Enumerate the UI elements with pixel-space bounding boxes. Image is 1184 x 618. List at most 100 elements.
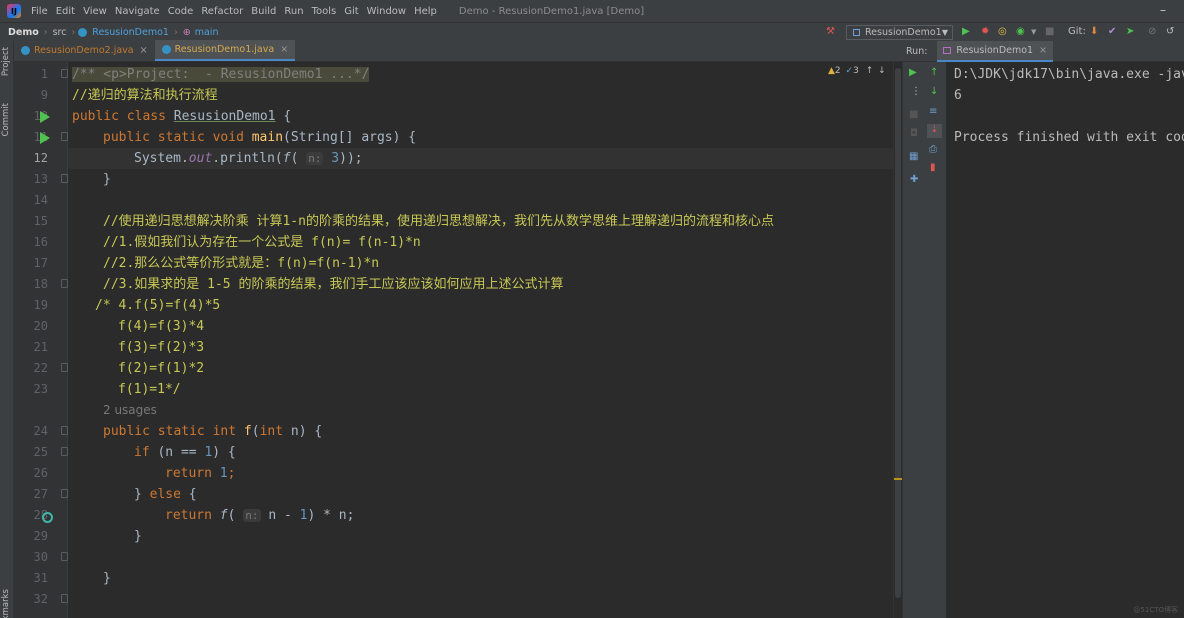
bookmarks-tool-tab[interactable]: Bookmarks xyxy=(1,589,11,618)
run-configuration-select[interactable]: ResusionDemo1 ▼ xyxy=(846,25,953,40)
number: 1 xyxy=(219,466,228,481)
keyword: static xyxy=(157,424,205,439)
line-number: 9 xyxy=(40,88,48,102)
keyword: int xyxy=(212,424,237,439)
fold-marker-icon[interactable] xyxy=(61,447,68,456)
fold-marker-icon[interactable] xyxy=(61,69,68,78)
close-icon[interactable]: × xyxy=(140,45,148,56)
run-icon[interactable]: ▶ xyxy=(962,26,970,37)
menu-view[interactable]: View xyxy=(79,6,111,17)
recursive-call-icon[interactable] xyxy=(42,512,53,523)
up-arrow-icon[interactable]: ↑ xyxy=(930,67,938,79)
menu-build[interactable]: Build xyxy=(247,6,280,17)
run-tab[interactable]: ResusionDemo1 × xyxy=(937,40,1054,62)
usages-label[interactable]: 2 usages xyxy=(103,403,157,417)
git-push-icon[interactable]: ➤ xyxy=(1126,26,1134,37)
code-editor[interactable]: /** <p>Project: - ResusionDemo1 ...*/ //… xyxy=(68,62,902,618)
console-output[interactable]: D:\JDK\jdk17\bin\java.exe -jav 6 Process… xyxy=(946,62,1184,618)
project-tool-tab[interactable]: Project xyxy=(1,47,11,76)
editor-scrollbar[interactable] xyxy=(893,62,902,618)
next-highlight-icon[interactable]: ↓ xyxy=(878,66,886,76)
chevron-down-icon: ▼ xyxy=(941,28,948,37)
tab-resusiondemo2[interactable]: ResusionDemo2.java × xyxy=(14,40,155,61)
layout-icon[interactable]: ▦ xyxy=(909,151,918,163)
menu-run[interactable]: Run xyxy=(280,6,307,17)
code-line-31: } xyxy=(103,568,902,589)
tab-label: ResusionDemo2.java xyxy=(34,45,134,56)
menu-window[interactable]: Window xyxy=(363,6,410,17)
more-icon[interactable]: ⋮ xyxy=(911,86,921,98)
breadcrumb-class[interactable]: ResusionDemo1 xyxy=(90,27,171,38)
stop-icon[interactable]: ■ xyxy=(1045,26,1054,37)
print-icon[interactable]: ⎙ xyxy=(929,144,937,156)
minimize-button[interactable]: – xyxy=(1160,3,1166,17)
menu-help[interactable]: Help xyxy=(410,6,441,17)
code-line-22: f(2)=f(1)*2 xyxy=(118,358,902,379)
close-icon[interactable]: × xyxy=(1039,45,1047,56)
comment: //3.如果求的是 1-5 的阶乘的结果，我们手工应该应该如何应用上述公式计算 xyxy=(103,277,564,292)
breadcrumb-src[interactable]: src xyxy=(51,27,69,38)
stop-icon[interactable]: ■ xyxy=(909,109,918,121)
run-toolbar: ↑ ↓ ≡ ⇣ ⎙ ▮ xyxy=(924,62,946,618)
debug-icon[interactable]: ✹ xyxy=(981,26,989,37)
commit-tool-tab[interactable]: Commit xyxy=(1,103,11,136)
keyword: static xyxy=(157,130,205,145)
profile-icon[interactable]: ◉ xyxy=(1016,26,1025,37)
rollback-icon[interactable]: ↺ xyxy=(1166,26,1174,37)
paren: ( xyxy=(227,508,236,523)
number: 3 xyxy=(331,151,340,166)
keyword: if xyxy=(134,445,150,460)
comment: f(4)=f(3)*4 xyxy=(118,319,205,334)
coverage-icon[interactable]: ◎ xyxy=(998,26,1007,37)
menu-refactor[interactable]: Refactor xyxy=(197,6,247,17)
fold-marker-icon[interactable] xyxy=(61,552,68,561)
breadcrumb-method[interactable]: main xyxy=(193,27,221,38)
usages-hint[interactable]: 2 usages xyxy=(103,400,902,421)
trash-icon[interactable]: ▮ xyxy=(930,162,936,174)
camera-icon[interactable]: ◘ xyxy=(910,128,918,140)
menu-tools[interactable]: Tools xyxy=(308,6,341,17)
soft-wrap-icon[interactable]: ≡ xyxy=(929,106,937,118)
fold-marker-icon[interactable] xyxy=(61,594,68,603)
fold-marker-icon[interactable] xyxy=(61,363,68,372)
run-main-gutter-icon[interactable] xyxy=(40,132,50,144)
menu-code[interactable]: Code xyxy=(164,6,198,17)
folded-javadoc[interactable]: /** <p>Project: - ResusionDemo1 ...*/ xyxy=(72,67,370,82)
brace: } xyxy=(134,529,142,544)
println-call: .println( xyxy=(212,151,283,166)
inspection-widget[interactable]: ▲2 ✓3 ↑ ↓ xyxy=(828,66,886,76)
menu-file[interactable]: File xyxy=(27,6,52,17)
menu-edit[interactable]: Edit xyxy=(52,6,79,17)
code-line-17: //2.那么公式等价形式就是：f(n)=f(n-1)*n xyxy=(103,253,902,274)
scrollbar-thumb[interactable] xyxy=(895,68,901,598)
previous-highlight-icon[interactable]: ↑ xyxy=(866,66,874,76)
menu-git[interactable]: Git xyxy=(340,6,362,17)
run-class-gutter-icon[interactable] xyxy=(40,111,50,123)
rerun-icon[interactable]: ▶ xyxy=(909,67,917,79)
fold-marker-icon[interactable] xyxy=(61,279,68,288)
pin-icon[interactable]: ✚ xyxy=(910,174,918,186)
warning-marker[interactable] xyxy=(894,478,902,480)
breadcrumb-project[interactable]: Demo xyxy=(6,27,41,38)
history-icon[interactable]: ⊘ xyxy=(1148,26,1156,37)
params: (String[] args) { xyxy=(283,130,417,145)
fold-marker-icon[interactable] xyxy=(61,174,68,183)
more-run-chevron-icon[interactable]: ▼ xyxy=(1031,28,1036,36)
scroll-to-end-icon[interactable]: ⇣ xyxy=(927,124,942,138)
hammer-build-icon[interactable]: ⚒ xyxy=(826,26,835,37)
fold-marker-icon[interactable] xyxy=(61,132,68,141)
paren: ( xyxy=(251,424,260,439)
code-line-25: if (n == 1) { xyxy=(134,442,902,463)
down-arrow-icon[interactable]: ↓ xyxy=(930,86,938,98)
navigation-bar: Demo › src › ResusionDemo1 › ⊕ main ⚒ Re… xyxy=(0,22,1184,41)
fold-marker-icon[interactable] xyxy=(61,489,68,498)
close-icon[interactable]: × xyxy=(280,44,288,55)
run-tab-label: ResusionDemo1 xyxy=(956,44,1034,56)
fold-marker-icon[interactable] xyxy=(61,426,68,435)
git-update-icon[interactable]: ⬇ xyxy=(1090,26,1098,37)
tab-resusiondemo1[interactable]: ResusionDemo1.java × xyxy=(154,40,296,61)
git-commit-icon[interactable]: ✔ xyxy=(1108,26,1116,37)
menu-navigate[interactable]: Navigate xyxy=(111,6,164,17)
breadcrumb-separator-icon: › xyxy=(71,26,76,38)
